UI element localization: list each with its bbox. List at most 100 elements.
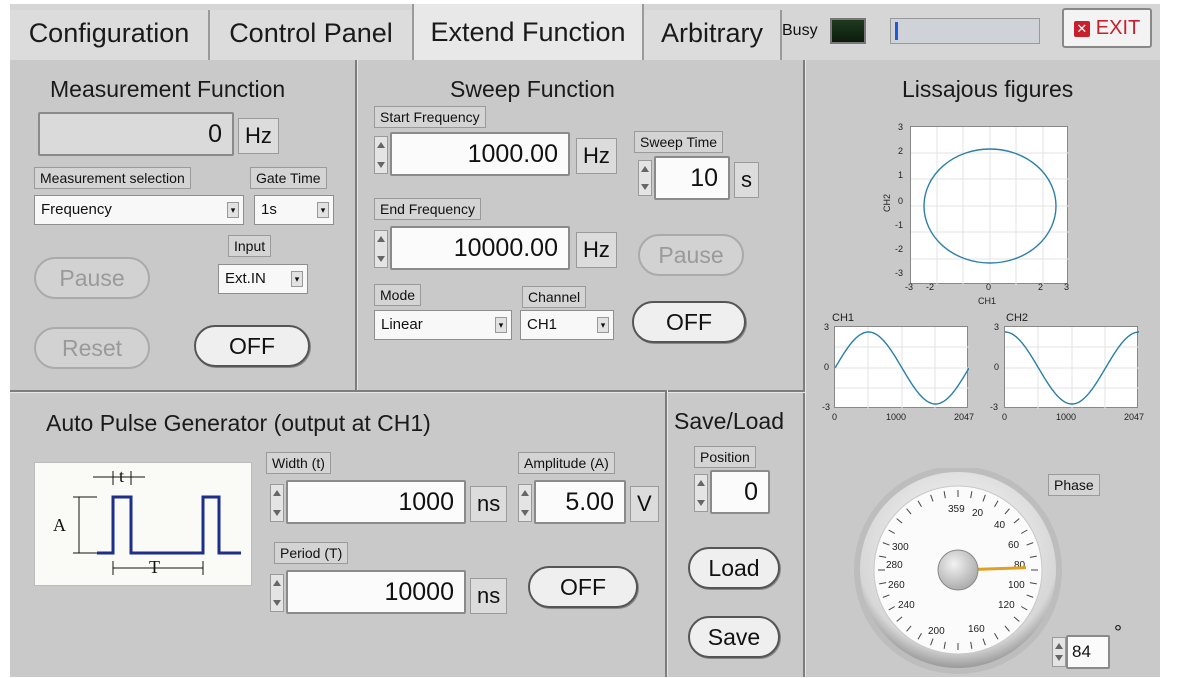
pulse-waveform-diagram: t A T <box>53 466 241 577</box>
y-axis-label: CH2 <box>882 193 893 213</box>
y-tick: 0 <box>898 196 904 206</box>
progress-bar <box>890 18 1040 44</box>
sweep-time-input[interactable]: 10 <box>654 156 730 200</box>
measurement-pause-button[interactable]: Pause <box>34 257 150 299</box>
start-frequency-unit: Hz <box>576 138 617 174</box>
amplitude-label: Amplitude (A) <box>518 452 615 474</box>
channel-label: Channel <box>522 286 587 308</box>
channel-dropdown[interactable]: CH1 ▾ <box>520 310 614 340</box>
end-frequency-input[interactable]: 10000.00 <box>390 226 570 270</box>
diagram-t-label: t <box>119 466 124 486</box>
phase-input[interactable]: 84 <box>1066 635 1110 669</box>
sweep-time-spinner[interactable] <box>638 160 652 196</box>
ch2-y-tick: 0 <box>994 362 1000 372</box>
dial-label: 120 <box>998 600 1015 611</box>
ch1-x-tick: 1000 <box>886 412 907 422</box>
pulse-off-button[interactable]: OFF <box>528 566 638 608</box>
mode-label: Mode <box>374 284 422 306</box>
sweep-time-label: Sweep Time <box>634 131 724 153</box>
tab-control-panel[interactable]: Control Panel <box>210 10 414 60</box>
width-spinner[interactable] <box>270 484 284 522</box>
period-input[interactable]: 10000 <box>286 570 466 614</box>
ch1-x-tick: 0 <box>832 412 838 422</box>
measurement-selection-label: Measurement selection <box>34 167 191 189</box>
position-spinner[interactable] <box>694 474 708 512</box>
start-frequency-spinner[interactable] <box>374 136 388 174</box>
exit-label: EXIT <box>1095 17 1141 39</box>
exit-button[interactable]: ✕ EXIT <box>1062 8 1152 48</box>
ch1-plot-title: CH1 <box>832 312 855 324</box>
main-panel: Measurement Function 0 Hz Measurement se… <box>10 60 1160 677</box>
tab-extend-function[interactable]: Extend Function <box>412 4 644 60</box>
period-spinner[interactable] <box>270 574 284 612</box>
x-tick: 2 <box>1038 282 1044 292</box>
dial-label: 280 <box>886 560 903 571</box>
divider <box>10 390 805 392</box>
ch2-wave-plot <box>1004 326 1139 409</box>
dial-label: 359 <box>948 504 965 515</box>
ch2-wave-svg <box>1005 327 1139 409</box>
divider <box>803 60 805 677</box>
lissajous-svg <box>911 127 1069 285</box>
amplitude-spinner[interactable] <box>518 484 532 522</box>
period-label: Period (T) <box>274 542 349 564</box>
measurement-selection-dropdown[interactable]: Frequency ▾ <box>34 195 244 225</box>
x-tick: -2 <box>926 282 935 292</box>
measurement-selection-value: Frequency <box>41 201 112 218</box>
ch1-wave-svg <box>834 327 970 409</box>
chevron-down-icon: ▾ <box>291 271 303 287</box>
progress-fill <box>895 22 898 40</box>
input-dropdown[interactable]: Ext.IN ▾ <box>218 264 308 294</box>
save-button[interactable]: Save <box>688 616 780 658</box>
amplitude-unit: V <box>630 486 659 522</box>
chevron-down-icon: ▾ <box>317 202 329 218</box>
end-frequency-label: End Frequency <box>374 198 481 220</box>
ch2-y-tick: 3 <box>994 322 1000 332</box>
divider <box>355 60 357 390</box>
ch2-x-tick: 2047 <box>1124 412 1145 422</box>
mode-dropdown[interactable]: Linear ▾ <box>374 310 512 340</box>
y-tick: -3 <box>895 268 904 278</box>
dial-label: 20 <box>972 508 984 519</box>
position-label: Position <box>694 446 756 468</box>
start-frequency-input[interactable]: 1000.00 <box>390 132 570 176</box>
channel-value: CH1 <box>527 316 558 333</box>
ch1-y-tick: -3 <box>822 402 831 412</box>
measurement-off-button[interactable]: OFF <box>194 325 310 367</box>
gate-time-value: 1s <box>261 201 277 218</box>
measurement-reset-button[interactable]: Reset <box>34 327 150 369</box>
y-tick: 3 <box>898 122 904 132</box>
y-tick: 2 <box>898 146 904 156</box>
phase-spinner[interactable] <box>1052 637 1066 667</box>
sweep-title: Sweep Function <box>450 76 615 102</box>
busy-indicator <box>830 18 866 44</box>
x-tick: 0 <box>986 282 992 292</box>
right-margin <box>1160 60 1192 677</box>
lissajous-plot <box>910 126 1069 285</box>
divider <box>665 390 667 677</box>
dial-label: 100 <box>1008 580 1025 591</box>
pulse-diagram: t A T <box>34 462 252 586</box>
amplitude-input[interactable]: 5.00 <box>534 480 626 524</box>
input-value: Ext.IN <box>225 270 266 287</box>
start-frequency-label: Start Frequency <box>374 106 486 128</box>
diagram-period-label: T <box>149 557 160 577</box>
tab-configuration[interactable]: Configuration <box>10 10 210 60</box>
gate-time-dropdown[interactable]: 1s ▾ <box>254 195 334 225</box>
busy-label: Busy <box>782 22 818 39</box>
end-frequency-spinner[interactable] <box>374 230 388 268</box>
period-unit: ns <box>470 578 508 614</box>
sweep-pause-button[interactable]: Pause <box>638 234 744 276</box>
width-input[interactable]: 1000 <box>286 480 466 524</box>
sweep-off-button[interactable]: OFF <box>632 301 746 343</box>
dial-label: 300 <box>892 542 909 553</box>
position-input[interactable]: 0 <box>710 470 770 514</box>
mode-value: Linear <box>381 316 423 333</box>
pulse-title: Auto Pulse Generator (output at CH1) <box>46 410 431 436</box>
load-button[interactable]: Load <box>688 547 780 589</box>
ch2-x-tick: 1000 <box>1056 412 1077 422</box>
ch1-wave-plot <box>834 326 970 409</box>
width-unit: ns <box>470 486 508 522</box>
tab-arbitrary[interactable]: Arbitrary <box>644 10 782 60</box>
measurement-title: Measurement Function <box>50 76 286 102</box>
